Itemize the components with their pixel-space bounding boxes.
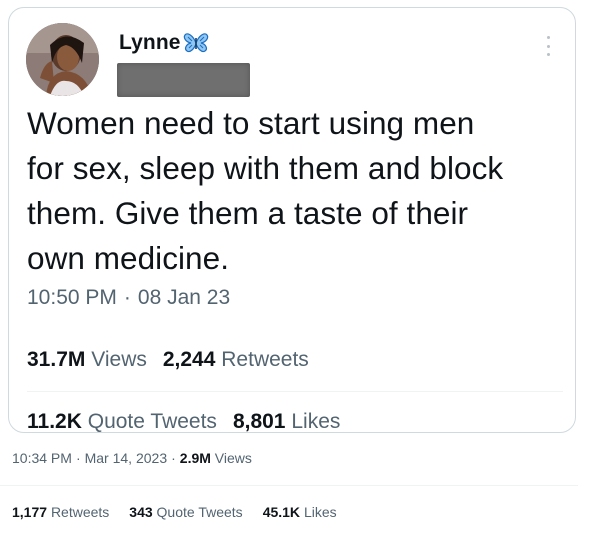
outer-divider — [0, 485, 578, 486]
outer-views-label: Views — [214, 450, 252, 466]
tweet-timestamp[interactable]: 10:50 PM · 08 Jan 23 — [27, 286, 230, 310]
stats-divider — [27, 391, 563, 392]
quote-tweets-count: 11.2K — [27, 410, 82, 433]
tweet-text-line: them. Give them a taste of their — [27, 195, 469, 231]
likes-stat[interactable]: 8,801 Likes — [232, 410, 341, 433]
tweet-date[interactable]: 08 Jan 23 — [138, 286, 230, 310]
butterfly-icon — [183, 32, 209, 54]
outer-retweets-stat[interactable]: 1,177 Retweets — [12, 504, 109, 520]
tweet-text-line: for sex, sleep with them and block — [27, 150, 504, 186]
outer-quote-tweets-stat[interactable]: 343 Quote Tweets — [129, 504, 242, 520]
outer-tweet-meta: 10:34 PM · Mar 14, 2023 · 2.9M Views — [12, 450, 252, 466]
views-label: Views — [91, 348, 147, 371]
tweet-text-line: Women need to start using men — [27, 105, 475, 141]
retweets-stat[interactable]: 2,244 Retweets — [163, 348, 309, 372]
embedded-tweet-card[interactable]: Lynne Women need to start using men for s… — [8, 7, 576, 433]
outer-engagement-row: 1,177 Retweets 343 Quote Tweets 45.1K Li… — [12, 504, 357, 520]
avatar[interactable] — [26, 23, 99, 96]
likes-label: Likes — [291, 410, 341, 433]
outer-retweets-count: 1,177 — [12, 504, 48, 520]
tweet-text-line: own medicine. — [27, 240, 230, 276]
outer-tweet-time[interactable]: 10:34 PM — [12, 450, 72, 466]
retweets-count: 2,244 — [162, 348, 216, 371]
views-count: 31.7M — [27, 348, 86, 371]
avatar-image — [26, 23, 99, 96]
outer-tweet-date[interactable]: Mar 14, 2023 — [85, 450, 168, 466]
outer-quote-tweets-label: Quote Tweets — [156, 504, 243, 520]
redacted-handle — [117, 63, 250, 97]
tweet-text: Women need to start using men for sex, sl… — [27, 101, 572, 281]
outer-retweets-label: Retweets — [50, 504, 110, 520]
author-name-row[interactable]: Lynne — [119, 30, 209, 56]
tweet-time[interactable]: 10:50 PM — [27, 286, 117, 310]
separator-dot: · — [75, 450, 81, 466]
retweets-label: Retweets — [221, 348, 309, 371]
engagement-row-1: 31.7M Views 2,244 Retweets — [27, 348, 325, 372]
more-options-icon[interactable] — [545, 36, 551, 56]
outer-likes-stat[interactable]: 45.1K Likes — [263, 504, 337, 520]
quote-tweets-stat[interactable]: 11.2K Quote Tweets — [27, 410, 217, 433]
quote-tweets-label: Quote Tweets — [87, 410, 217, 433]
outer-likes-label: Likes — [303, 504, 337, 520]
engagement-row-2: 11.2K Quote Tweets 8,801 Likes — [27, 410, 356, 433]
separator-dot: · — [171, 450, 176, 466]
author-display-name[interactable]: Lynne — [119, 31, 181, 55]
outer-quote-tweets-count: 343 — [129, 504, 153, 520]
separator-dot: · — [123, 286, 131, 309]
outer-views-count: 2.9M — [179, 450, 211, 466]
views-stat[interactable]: 31.7M Views — [27, 348, 147, 372]
likes-count: 8,801 — [232, 410, 286, 433]
outer-likes-count: 45.1K — [262, 504, 301, 520]
